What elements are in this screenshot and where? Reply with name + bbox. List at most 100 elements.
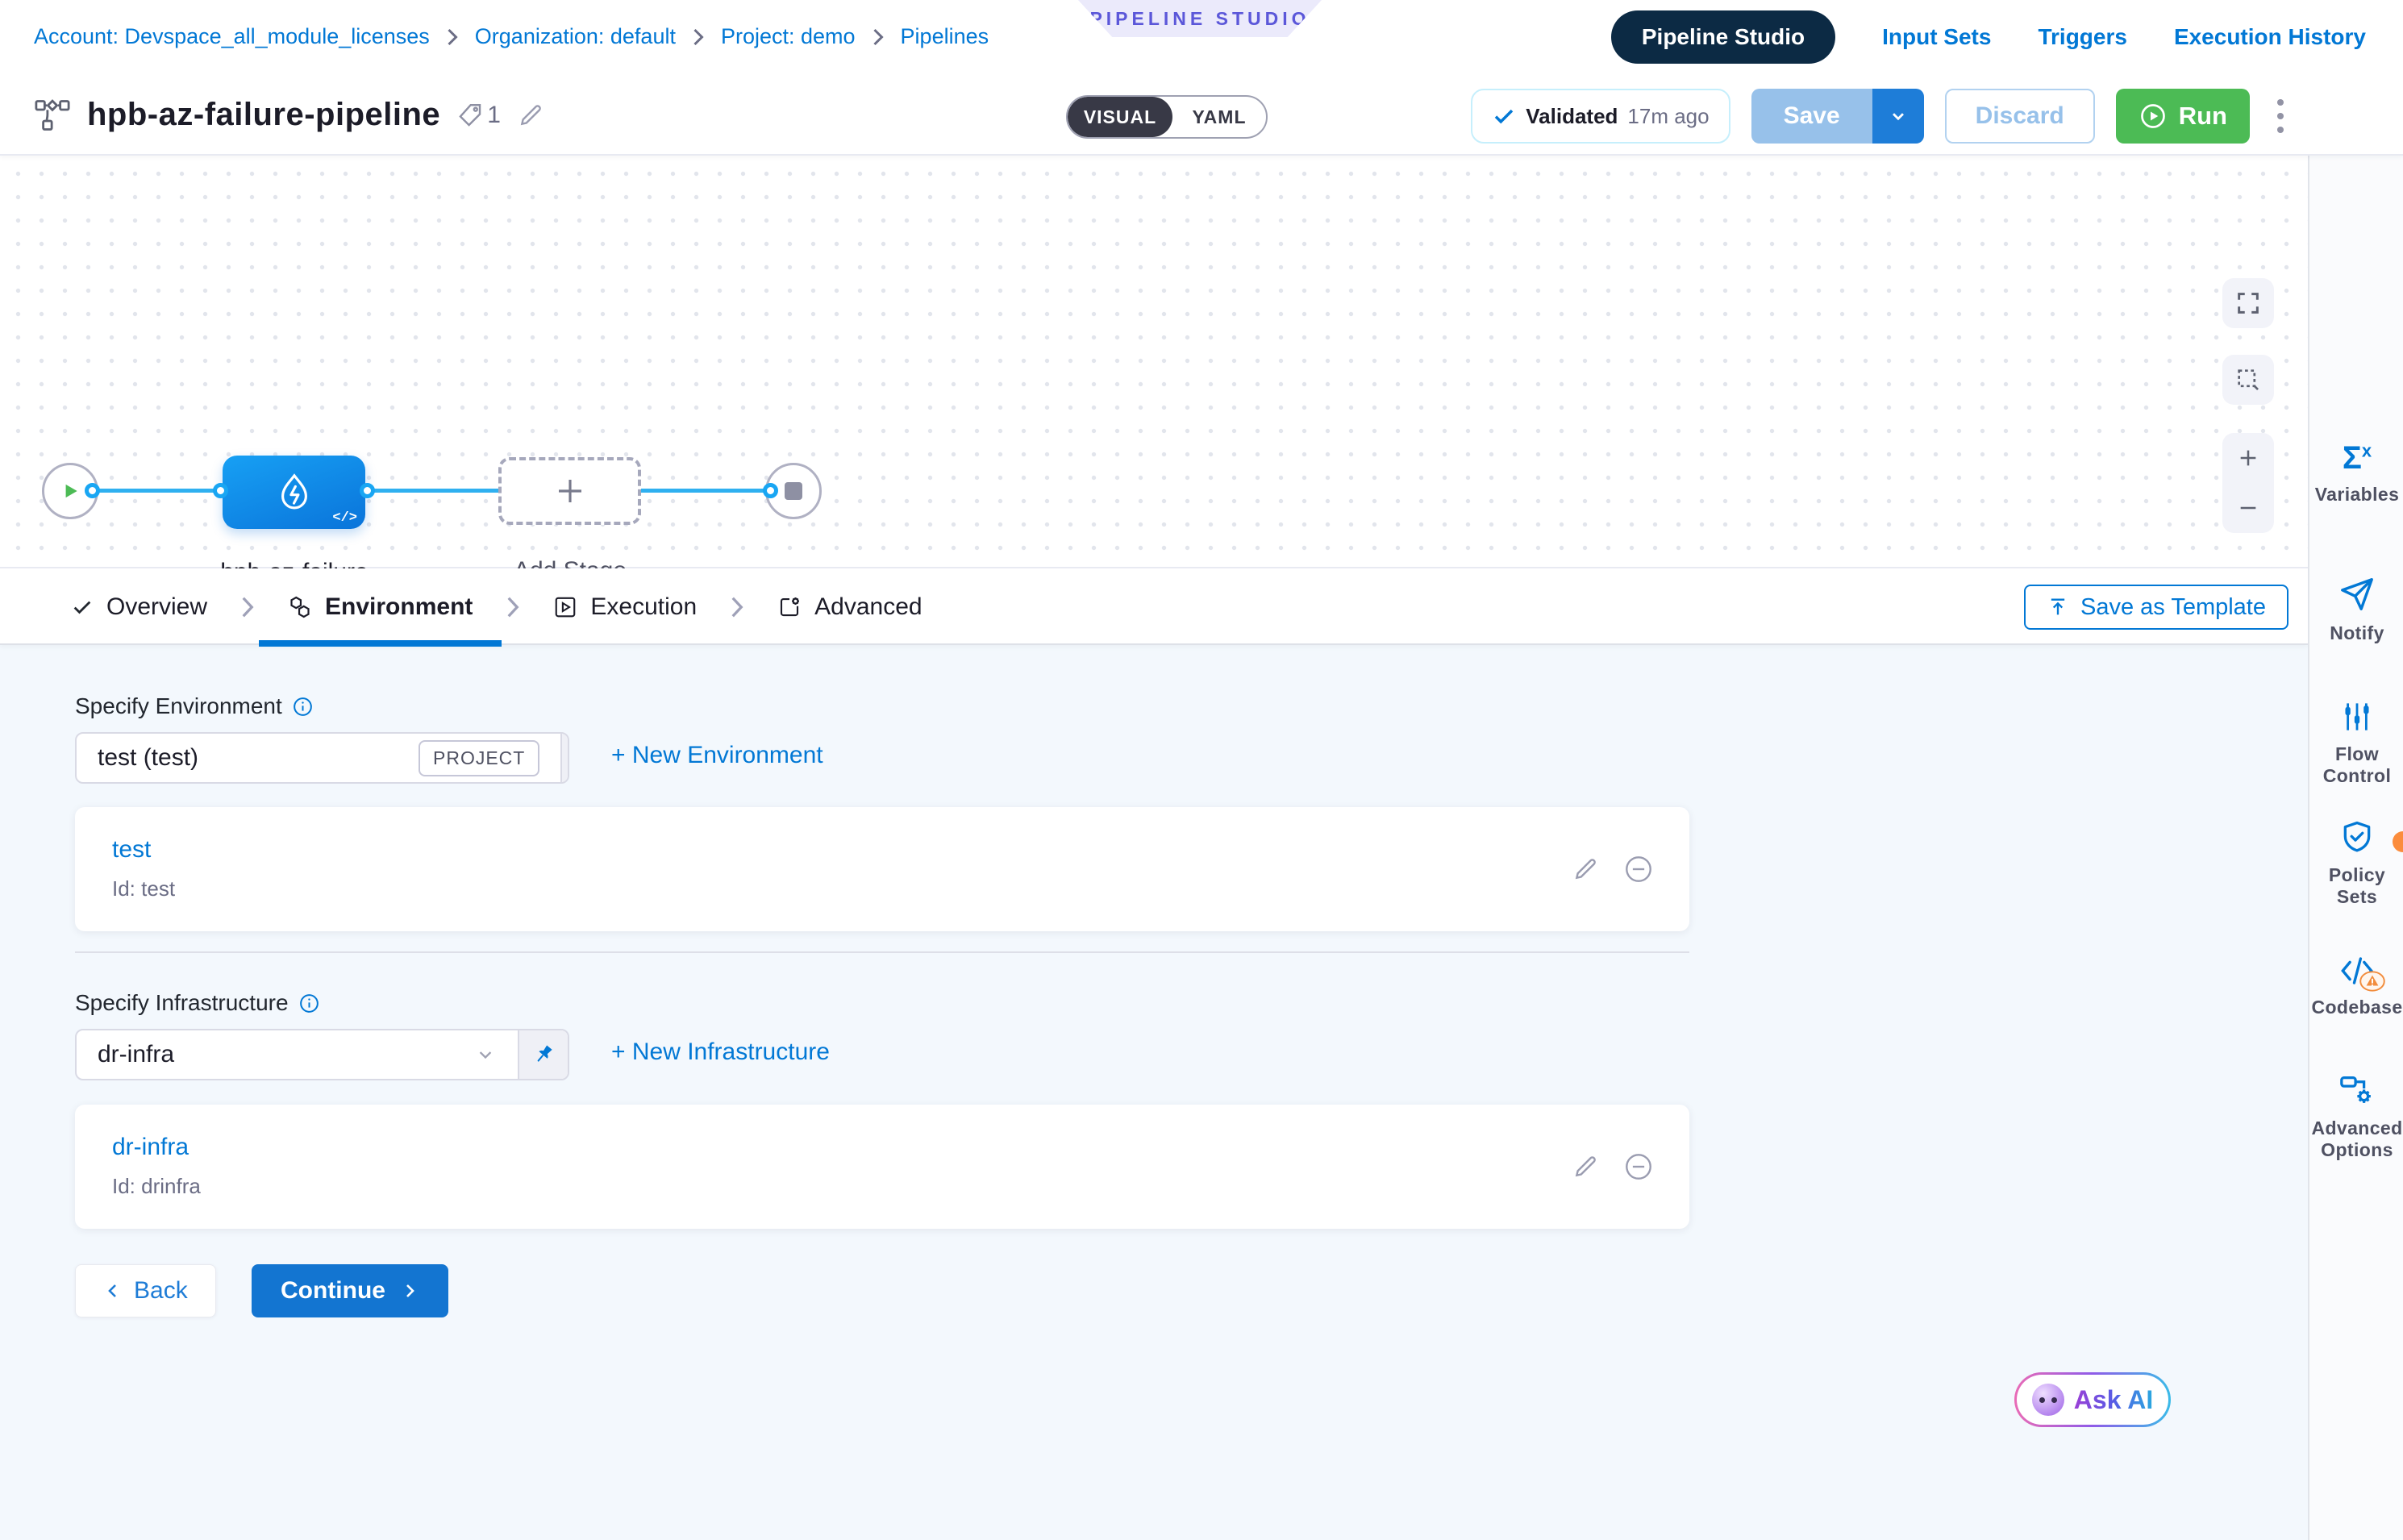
tag-count[interactable]: 1 xyxy=(456,102,501,129)
upload-icon xyxy=(2047,596,2069,618)
chevron-right-icon xyxy=(400,1281,419,1301)
infrastructure-input[interactable] xyxy=(98,1041,464,1068)
play-circle-icon xyxy=(2139,102,2168,131)
back-button[interactable]: Back xyxy=(75,1264,216,1317)
pipeline-graph-icon xyxy=(34,98,71,132)
pin-icon xyxy=(562,746,569,770)
breadcrumb-pipelines[interactable]: Pipelines xyxy=(901,24,989,49)
save-menu-caret[interactable] xyxy=(1872,89,1924,144)
infrastructure-card-name[interactable]: dr-infra xyxy=(112,1134,1652,1161)
marquee-select-button[interactable] xyxy=(2222,355,2274,405)
save-as-template-button[interactable]: Save as Template xyxy=(2024,585,2288,630)
connector-port[interactable] xyxy=(213,483,228,498)
environment-card: test Id: test xyxy=(75,807,1689,931)
new-environment-link[interactable]: + New Environment xyxy=(611,742,823,769)
rail-label: Codebase xyxy=(2311,997,2402,1018)
chevron-right-icon xyxy=(443,27,462,47)
studio-top-nav: Pipeline Studio Input Sets Triggers Exec… xyxy=(1611,10,2366,64)
edit-pipeline-icon[interactable] xyxy=(517,102,544,129)
more-options-icon[interactable] xyxy=(2271,93,2290,139)
flow-control-icon xyxy=(2340,700,2374,734)
rail-item-policy-sets[interactable]: Policy Sets xyxy=(2309,819,2403,908)
pipeline-canvas[interactable]: </> hpb-az-failure Add Stage xyxy=(0,156,2308,568)
header-actions: Validated 17m ago Save Discard Run xyxy=(1471,88,2290,144)
connector-port[interactable] xyxy=(85,483,100,498)
save-split-button: Save xyxy=(1751,89,1924,144)
stage-node-hpb-az-failure[interactable]: </> xyxy=(223,456,365,529)
environment-input[interactable] xyxy=(98,744,409,772)
stage-tabs: Overview Environment Execution xyxy=(42,568,952,645)
codebase-icon xyxy=(2338,955,2376,987)
save-as-template-label: Save as Template xyxy=(2080,594,2266,621)
check-icon xyxy=(71,596,94,618)
tab-execution-history[interactable]: Execution History xyxy=(2174,24,2366,50)
edit-environment-icon[interactable] xyxy=(1572,855,1599,883)
continue-button[interactable]: Continue xyxy=(252,1264,448,1317)
section-divider xyxy=(75,951,1689,953)
tab-input-sets[interactable]: Input Sets xyxy=(1882,24,1991,50)
pipeline-title-group: hpb-az-failure-pipeline 1 xyxy=(34,97,544,133)
infrastructure-card: dr-infra Id: drinfra xyxy=(75,1105,1689,1229)
chevron-right-icon xyxy=(726,595,748,619)
chevron-right-icon xyxy=(502,595,524,619)
tab-label: Overview xyxy=(106,593,207,621)
fullscreen-button[interactable] xyxy=(2222,278,2274,328)
connector-port[interactable] xyxy=(360,483,375,498)
specify-environment-label: Specify Environment xyxy=(75,693,314,719)
ai-robot-icon xyxy=(2032,1384,2064,1416)
rail-item-variables[interactable]: Σx Variables xyxy=(2309,442,2403,506)
section-label-text: Specify Infrastructure xyxy=(75,990,289,1016)
pin-infrastructure-button[interactable] xyxy=(518,1030,568,1079)
ask-ai-button[interactable]: Ask AI xyxy=(2014,1372,2171,1427)
breadcrumb-project[interactable]: Project: demo xyxy=(721,24,856,49)
environment-card-name[interactable]: test xyxy=(112,836,1652,864)
rail-label: Policy Sets xyxy=(2309,864,2403,908)
remove-infrastructure-icon[interactable] xyxy=(1623,1151,1654,1182)
breadcrumb-organization[interactable]: Organization: default xyxy=(475,24,676,49)
breadcrumb-account[interactable]: Account: Devspace_all_module_licenses xyxy=(34,24,430,49)
rail-item-advanced-options[interactable]: Advanced Options xyxy=(2309,1071,2403,1161)
toggle-visual[interactable]: VISUAL xyxy=(1068,97,1172,137)
pipeline-title: hpb-az-failure-pipeline xyxy=(87,97,440,133)
connector-port[interactable] xyxy=(763,483,778,498)
continue-label: Continue xyxy=(281,1277,385,1305)
stage-tab-bar: Overview Environment Execution xyxy=(0,568,2308,645)
stop-icon xyxy=(785,482,802,500)
remove-environment-icon[interactable] xyxy=(1623,854,1654,884)
chevron-left-icon xyxy=(103,1281,123,1301)
save-button[interactable]: Save xyxy=(1751,89,1872,144)
ask-ai-label: Ask AI xyxy=(2074,1385,2153,1415)
tab-advanced[interactable]: Advanced xyxy=(748,568,951,645)
rail-item-notify[interactable]: Notify xyxy=(2309,576,2403,644)
rail-label: Variables xyxy=(2315,484,2400,506)
infrastructure-select-field[interactable] xyxy=(77,1030,518,1079)
zoom-in-button[interactable] xyxy=(2222,433,2274,483)
environment-select-field[interactable]: PROJECT xyxy=(77,734,560,782)
rail-label: Advanced Options xyxy=(2309,1118,2403,1161)
variables-icon: Σx xyxy=(2343,442,2372,474)
edit-infrastructure-icon[interactable] xyxy=(1572,1153,1599,1180)
discard-button[interactable]: Discard xyxy=(1945,89,2095,144)
tab-environment[interactable]: Environment xyxy=(259,568,502,645)
add-stage-button[interactable] xyxy=(498,457,641,525)
pin-environment-button[interactable] xyxy=(560,734,569,782)
rail-item-codebase[interactable]: Codebase xyxy=(2309,955,2403,1018)
tab-pipeline-studio[interactable]: Pipeline Studio xyxy=(1611,10,1835,64)
toggle-yaml[interactable]: YAML xyxy=(1172,97,1266,137)
tab-overview[interactable]: Overview xyxy=(42,568,236,645)
tab-execution[interactable]: Execution xyxy=(524,568,726,645)
pipeline-studio-badge: PIPELINE STUDIO xyxy=(1078,0,1322,37)
rail-item-flow-control[interactable]: Flow Control xyxy=(2309,700,2403,787)
environment-card-id: Id: test xyxy=(112,876,1652,901)
new-infrastructure-link[interactable]: + New Infrastructure xyxy=(611,1038,830,1066)
plus-icon xyxy=(553,474,587,508)
zoom-out-button[interactable] xyxy=(2222,483,2274,533)
pipeline-header: hpb-az-failure-pipeline 1 VISUAL YAML Va… xyxy=(0,77,2403,156)
stage-yaml-badge[interactable]: </> xyxy=(332,510,357,526)
tab-triggers[interactable]: Triggers xyxy=(2038,24,2126,50)
scope-badge: PROJECT xyxy=(419,740,539,776)
info-icon[interactable] xyxy=(298,993,320,1014)
info-icon[interactable] xyxy=(292,696,314,718)
validated-status[interactable]: Validated 17m ago xyxy=(1471,89,1730,144)
run-button[interactable]: Run xyxy=(2116,89,2250,144)
